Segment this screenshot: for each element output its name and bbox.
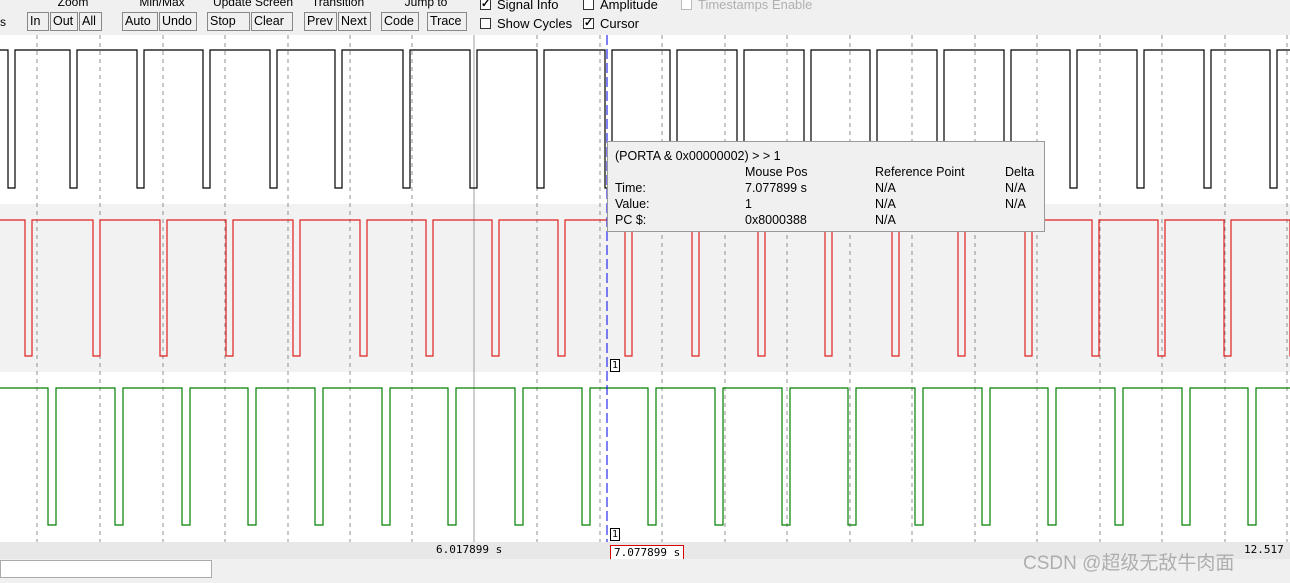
tooltip-row-label: Time: (615, 181, 646, 195)
tooltip-row-label: Value: (615, 197, 650, 211)
signal-info-label: Signal Info (497, 0, 559, 12)
cursor-value-marker-red: 1 (610, 359, 621, 372)
auto-button[interactable]: Auto (122, 12, 158, 31)
amplitude-option[interactable]: Amplitude (583, 0, 658, 12)
jump-trace-button[interactable]: Trace (427, 12, 467, 31)
zoom-out-button[interactable]: Out (50, 12, 78, 31)
cursor-value-marker-green: 1 (610, 528, 621, 541)
cursor-checkbox[interactable]: ✓ (583, 18, 594, 29)
logic-analyzer-toolbar: s Zoom In Out All Min/Max Auto Undo Upda… (0, 0, 1290, 35)
timestamps-option: Timestamps Enable (681, 0, 812, 12)
update-screen-group-label: Update Screen (212, 0, 294, 9)
tooltip-value-mouse: 1 (745, 197, 752, 211)
tooltip-time-mouse: 7.077899 s (745, 181, 807, 195)
zoom-in-button[interactable]: In (27, 12, 49, 31)
signal-info-tooltip: (PORTA & 0x00000002) > > 1 Mouse Pos Ref… (607, 141, 1045, 232)
tooltip-pc-ref: N/A (875, 213, 896, 227)
cursor-time-label: 7.077899 s (610, 545, 685, 560)
show-cycles-checkbox[interactable] (480, 18, 491, 29)
scrollbar-thumb[interactable] (0, 560, 212, 578)
amplitude-label: Amplitude (600, 0, 658, 12)
signal-info-option[interactable]: ✓ Signal Info (480, 0, 558, 12)
tooltip-row-label: PC $: (615, 213, 647, 227)
zoom-group: Zoom In Out All (27, 0, 119, 35)
watermark-text: CSDN @超级无敌牛肉面 (1023, 553, 1235, 574)
tooltip-pc-mouse: 0x8000388 (745, 213, 807, 227)
clear-button[interactable]: Clear (251, 12, 293, 31)
tooltip-col-reference: Reference Point (875, 165, 965, 179)
minmax-group-label: Min/Max (139, 0, 185, 9)
jump-to-group-label: Jump to (404, 0, 448, 9)
signal-info-checkbox[interactable]: ✓ (480, 0, 491, 10)
minmax-group: Min/Max Auto Undo (122, 0, 202, 35)
show-cycles-label: Show Cycles (497, 16, 573, 31)
cursor-label: Cursor (600, 16, 640, 31)
tooltip-col-mouse: Mouse Pos (745, 165, 808, 179)
amplitude-checkbox[interactable] (583, 0, 594, 10)
update-screen-group: Update Screen Stop Clear (207, 0, 299, 35)
jump-to-group: Jump to Code Trace (381, 0, 471, 35)
show-cycles-option[interactable]: Show Cycles (480, 16, 572, 31)
jump-code-button[interactable]: Code (381, 12, 419, 31)
next-transition-button[interactable]: Next (338, 12, 371, 31)
cursor-option[interactable]: ✓ Cursor (583, 16, 639, 31)
waveform-area[interactable] (0, 35, 1290, 542)
timestamps-label: Timestamps Enable (698, 0, 813, 12)
undo-button[interactable]: Undo (159, 12, 197, 31)
toolbar-edge-text: s (0, 15, 6, 29)
zoom-group-label: Zoom (57, 0, 89, 9)
stop-button[interactable]: Stop (207, 12, 250, 31)
transition-group: Transition Prev Next (304, 0, 372, 35)
time-label-mid: 6.017899 s (436, 543, 503, 556)
tooltip-expression: (PORTA & 0x00000002) > > 1 (615, 149, 781, 163)
transition-group-label: Transition (311, 0, 365, 9)
timestamps-checkbox (681, 0, 692, 10)
time-label-right: 12.517 (1244, 543, 1284, 556)
tooltip-value-ref: N/A (875, 197, 896, 211)
tooltip-time-ref: N/A (875, 181, 896, 195)
tooltip-value-delta: N/A (1005, 197, 1026, 211)
zoom-all-button[interactable]: All (79, 12, 102, 31)
tooltip-time-delta: N/A (1005, 181, 1026, 195)
tooltip-col-delta: Delta (1005, 165, 1035, 179)
prev-transition-button[interactable]: Prev (304, 12, 337, 31)
